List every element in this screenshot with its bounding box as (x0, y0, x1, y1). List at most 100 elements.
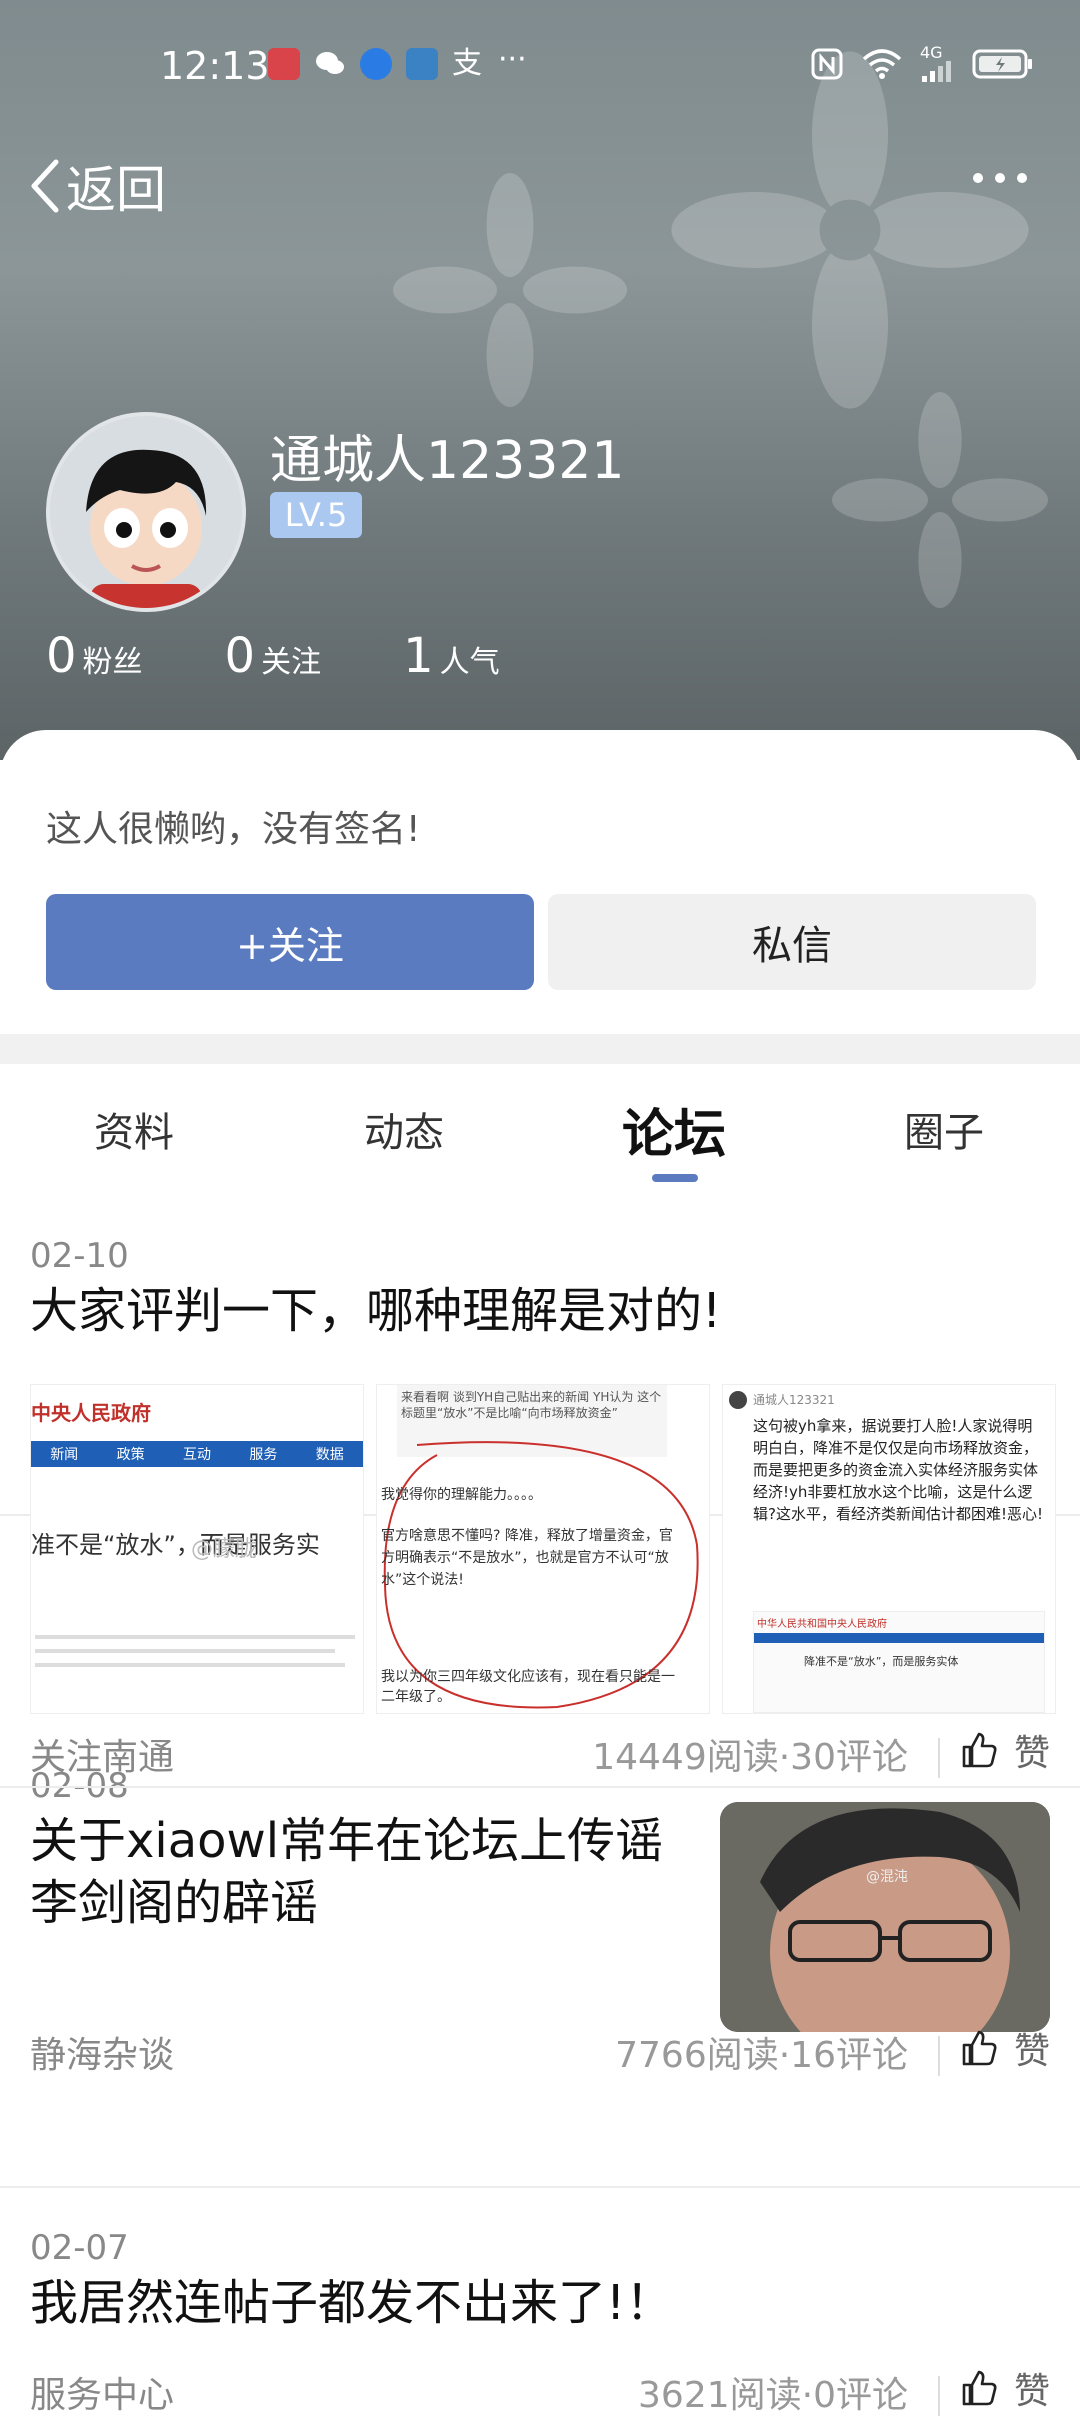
tab-circle[interactable]: 圈子 (844, 1064, 1044, 1194)
post-date: 02-07 (30, 2228, 129, 2268)
stat-number: 1 (403, 628, 434, 684)
tab-profile-info[interactable]: 资料 (34, 1064, 234, 1194)
thumb-mini-nav (754, 1633, 1044, 1643)
like-label: 赞 (1013, 1733, 1050, 1774)
photo-watermark: @混沌 (866, 1869, 908, 1885)
level-badge: LV.5 (270, 492, 362, 538)
status-bar: 12:13 支 ··· 4G (0, 0, 1080, 120)
avatar[interactable] (46, 412, 246, 612)
wechat-icon (314, 48, 346, 80)
thumb-comment-2: 官方啥意思不懂吗? 降准，释放了增量资金，官方明确表示“不是放水”，也就是官方不… (381, 1528, 673, 1588)
thumbs-up-icon (962, 2030, 997, 2066)
profile-content-card: 这人很懒哟，没有签名! +关注 私信 资料 动态 论坛 圈子 02-10 大家评… (0, 730, 1080, 2416)
thumb-site-header: 中央人民政府 (31, 1401, 151, 1425)
meta-divider (938, 1738, 940, 1778)
forum-post[interactable]: 02-10 大家评判一下，哪种理解是对的! 中央人民政府 新闻 政策 互动 服务… (0, 1194, 1080, 1778)
portrait-photo-icon (720, 1802, 1050, 2032)
post-meta: 服务中心 3621阅读·0评论 赞 (0, 2366, 1080, 2426)
thumb-text-line (35, 1635, 355, 1639)
post-source[interactable]: 静海杂谈 (30, 2026, 174, 2078)
status-time: 12:13 (160, 44, 270, 88)
thumb-headline: 准不是“放水”，而是服务实 (31, 1531, 320, 1559)
stat-popularity: 1 人气 (403, 628, 500, 684)
post-meta: 关注南通 14449阅读·30评论 赞 (0, 1728, 1080, 1788)
stat-label: 关注 (261, 645, 322, 680)
thumb-comment-1: 我觉得你的理解能力。。。。 (381, 1487, 542, 1503)
section-divider (0, 1034, 1080, 1064)
stat-fans[interactable]: 0 粉丝 (46, 628, 143, 684)
stat-following[interactable]: 0 关注 (225, 628, 322, 684)
cartoon-avatar-icon (86, 449, 207, 608)
post-stats: 3621阅读·0评论 (638, 2375, 908, 2416)
alipay-icon: 支 (452, 46, 482, 81)
stat-number: 0 (46, 628, 77, 684)
message-button[interactable]: 私信 (548, 894, 1036, 990)
back-label: 返回 (66, 161, 166, 219)
active-tab-indicator (652, 1174, 698, 1182)
post-thumbnail[interactable]: 中央人民政府 新闻 政策 互动 服务 数据 准不是“放水”，而是服务实 @朦胧 (30, 1384, 364, 1714)
tab-activity[interactable]: 动态 (304, 1064, 504, 1194)
signature-text: 这人很懒哟，没有签名! (46, 809, 421, 850)
thumb-nav-item: 新闻 (50, 1447, 79, 1463)
thumb-nav-item: 数据 (315, 1447, 344, 1463)
thumb-nav-bar: 新闻 政策 互动 服务 数据 (31, 1441, 363, 1467)
profile-header-background: 12:13 支 ··· 4G 返回 通城人123321 LV.5 0 粉丝 0 … (0, 0, 1080, 760)
network-type-label: 4G (920, 43, 943, 62)
profile-tabs: 资料 动态 论坛 圈子 (0, 1064, 1080, 1194)
game-icon (406, 48, 438, 80)
post-thumbnail[interactable]: 来看看啊 谈到YH自己贴出来的新闻 YH认为 这个标题里“放水”不是比喻“向市场… (376, 1384, 710, 1714)
post-stats: 7766阅读·16评论 (615, 2035, 908, 2076)
thumb-comment-3: 我以为你三四年级文化应该有，现在看只能是一二年级了。 (381, 1669, 675, 1705)
thumbs-up-icon (962, 2370, 997, 2406)
thumb-text-line (35, 1663, 345, 1667)
post-source[interactable]: 服务中心 (30, 2366, 174, 2418)
follow-button[interactable]: +关注 (46, 894, 534, 990)
browser-icon (360, 48, 392, 80)
more-options-icon[interactable] (970, 168, 1030, 188)
thumb-mini-header: 中华人民共和国中央人民政府 (757, 1619, 887, 1630)
thumb-username: 通城人123321 (753, 1393, 835, 1407)
stat-label: 粉丝 (82, 645, 143, 680)
thumb-watermark: @朦胧 (191, 1537, 258, 1562)
like-button[interactable]: 赞 (960, 2362, 1050, 2414)
post-date: 02-10 (30, 1236, 129, 1276)
post-title[interactable]: 我居然连帖子都发不出来了!！ (30, 2272, 673, 2334)
like-label: 赞 (1013, 2031, 1050, 2072)
post-meta: 静海杂谈 7766阅读·16评论 赞 (0, 2026, 1080, 2086)
meta-divider (938, 2376, 940, 2416)
like-label: 赞 (1013, 2371, 1050, 2412)
post-thumbnails: 中央人民政府 新闻 政策 互动 服务 数据 准不是“放水”，而是服务实 @朦胧 … (30, 1384, 1056, 1714)
post-stats: 14449阅读·30评论 (592, 1737, 908, 1778)
notification-icons: 支 ··· (268, 42, 530, 81)
like-button[interactable]: 赞 (960, 2022, 1050, 2074)
post-divider (0, 2186, 1080, 2188)
profile-stats: 0 粉丝 0 关注 1 人气 (46, 628, 582, 684)
username: 通城人123321 (270, 431, 625, 491)
post-title[interactable]: 关于xiaowl常年在论坛上传谣李剑阁的辟谣 (30, 1810, 710, 1934)
status-right-icons: 4G (810, 43, 1034, 82)
thumb-avatar (729, 1391, 747, 1409)
meta-divider (938, 2036, 940, 2076)
thumb-nav-item: 服务 (249, 1447, 278, 1463)
post-title[interactable]: 大家评判一下，哪种理解是对的! (30, 1280, 721, 1342)
thumb-nav-item: 互动 (182, 1447, 211, 1463)
flower-pattern-icon (393, 173, 627, 407)
more-dots-icon: ··· (498, 42, 527, 77)
stat-number: 0 (224, 628, 256, 684)
post-thumbnail[interactable]: 通城人123321 这句被yh拿来，据说要打人脸!人家说得明明白白，降准不是仅仅… (722, 1384, 1056, 1714)
chevron-left-icon (31, 159, 59, 213)
battery-charging-icon (972, 49, 1032, 79)
post-photo[interactable]: @混沌 (720, 1802, 1050, 2032)
thumb-nav-item: 政策 (116, 1447, 145, 1463)
thumb-text-line (35, 1649, 335, 1653)
back-button[interactable]: 返回 (30, 150, 166, 222)
wifi-icon (862, 49, 902, 79)
thumbs-up-icon (962, 1732, 997, 1768)
thumb-mini-headline: 降准不是“放水”，而是服务实体 (804, 1655, 959, 1668)
cellular-signal-icon: 4G (920, 43, 954, 82)
flower-pattern-icon (832, 392, 1048, 608)
post-divider (0, 1786, 1080, 1788)
stat-label: 人气 (439, 645, 500, 680)
nfc-icon (811, 48, 843, 80)
like-button[interactable]: 赞 (960, 1724, 1050, 1776)
